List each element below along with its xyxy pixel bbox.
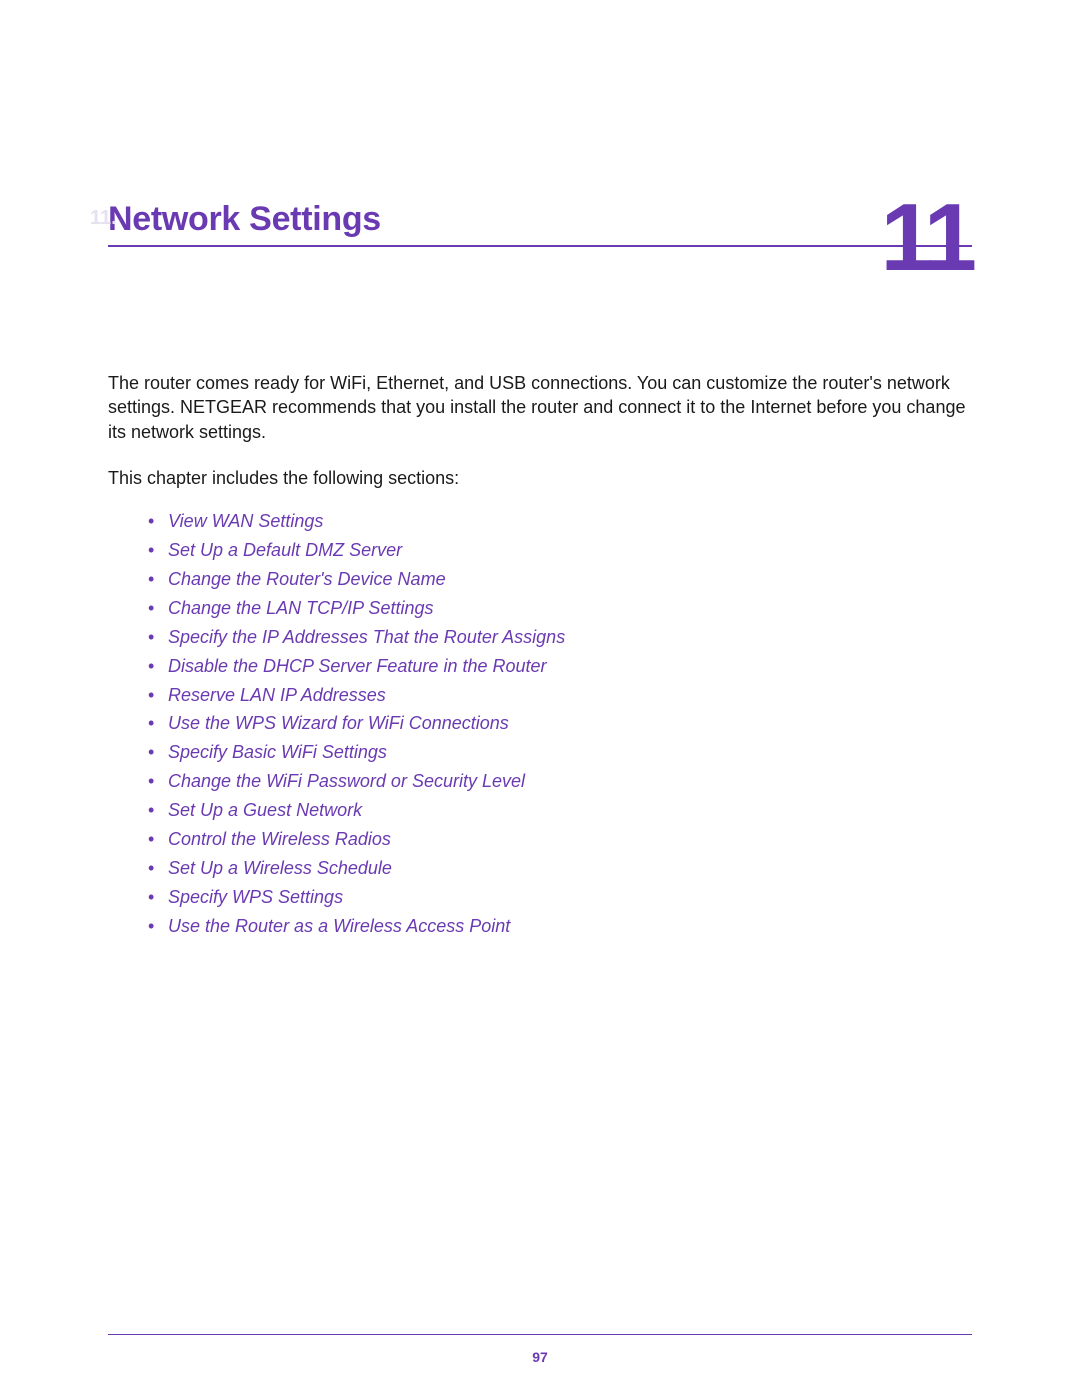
chapter-title-row: 11. Network Settings [108, 200, 972, 247]
toc-link[interactable]: Change the LAN TCP/IP Settings [148, 595, 972, 623]
toc-link[interactable]: Set Up a Wireless Schedule [148, 855, 972, 883]
toc-link[interactable]: View WAN Settings [148, 508, 972, 536]
intro-paragraph: The router comes ready for WiFi, Etherne… [108, 371, 972, 444]
toc-link[interactable]: Specify WPS Settings [148, 884, 972, 912]
toc-link[interactable]: Set Up a Guest Network [148, 797, 972, 825]
toc-link[interactable]: Change the Router's Device Name [148, 566, 972, 594]
chapter-prefix: 11. [90, 207, 117, 230]
toc-link[interactable]: Control the Wireless Radios [148, 826, 972, 854]
intro-subheading: This chapter includes the following sect… [108, 466, 972, 490]
document-page: 11 11. Network Settings The router comes… [0, 0, 1080, 1397]
chapter-title: Network Settings [108, 200, 381, 238]
toc-link[interactable]: Change the WiFi Password or Security Lev… [148, 768, 972, 796]
toc-link[interactable]: Specify the IP Addresses That the Router… [148, 624, 972, 652]
section-toc-list: View WAN Settings Set Up a Default DMZ S… [108, 508, 972, 940]
footer-rule [108, 1334, 972, 1335]
toc-link[interactable]: Set Up a Default DMZ Server [148, 537, 972, 565]
toc-link[interactable]: Reserve LAN IP Addresses [148, 682, 972, 710]
page-number: 97 [0, 1349, 1080, 1365]
toc-link[interactable]: Disable the DHCP Server Feature in the R… [148, 653, 972, 681]
toc-link[interactable]: Use the Router as a Wireless Access Poin… [148, 913, 972, 941]
toc-link[interactable]: Use the WPS Wizard for WiFi Connections [148, 710, 972, 738]
toc-link[interactable]: Specify Basic WiFi Settings [148, 739, 972, 767]
